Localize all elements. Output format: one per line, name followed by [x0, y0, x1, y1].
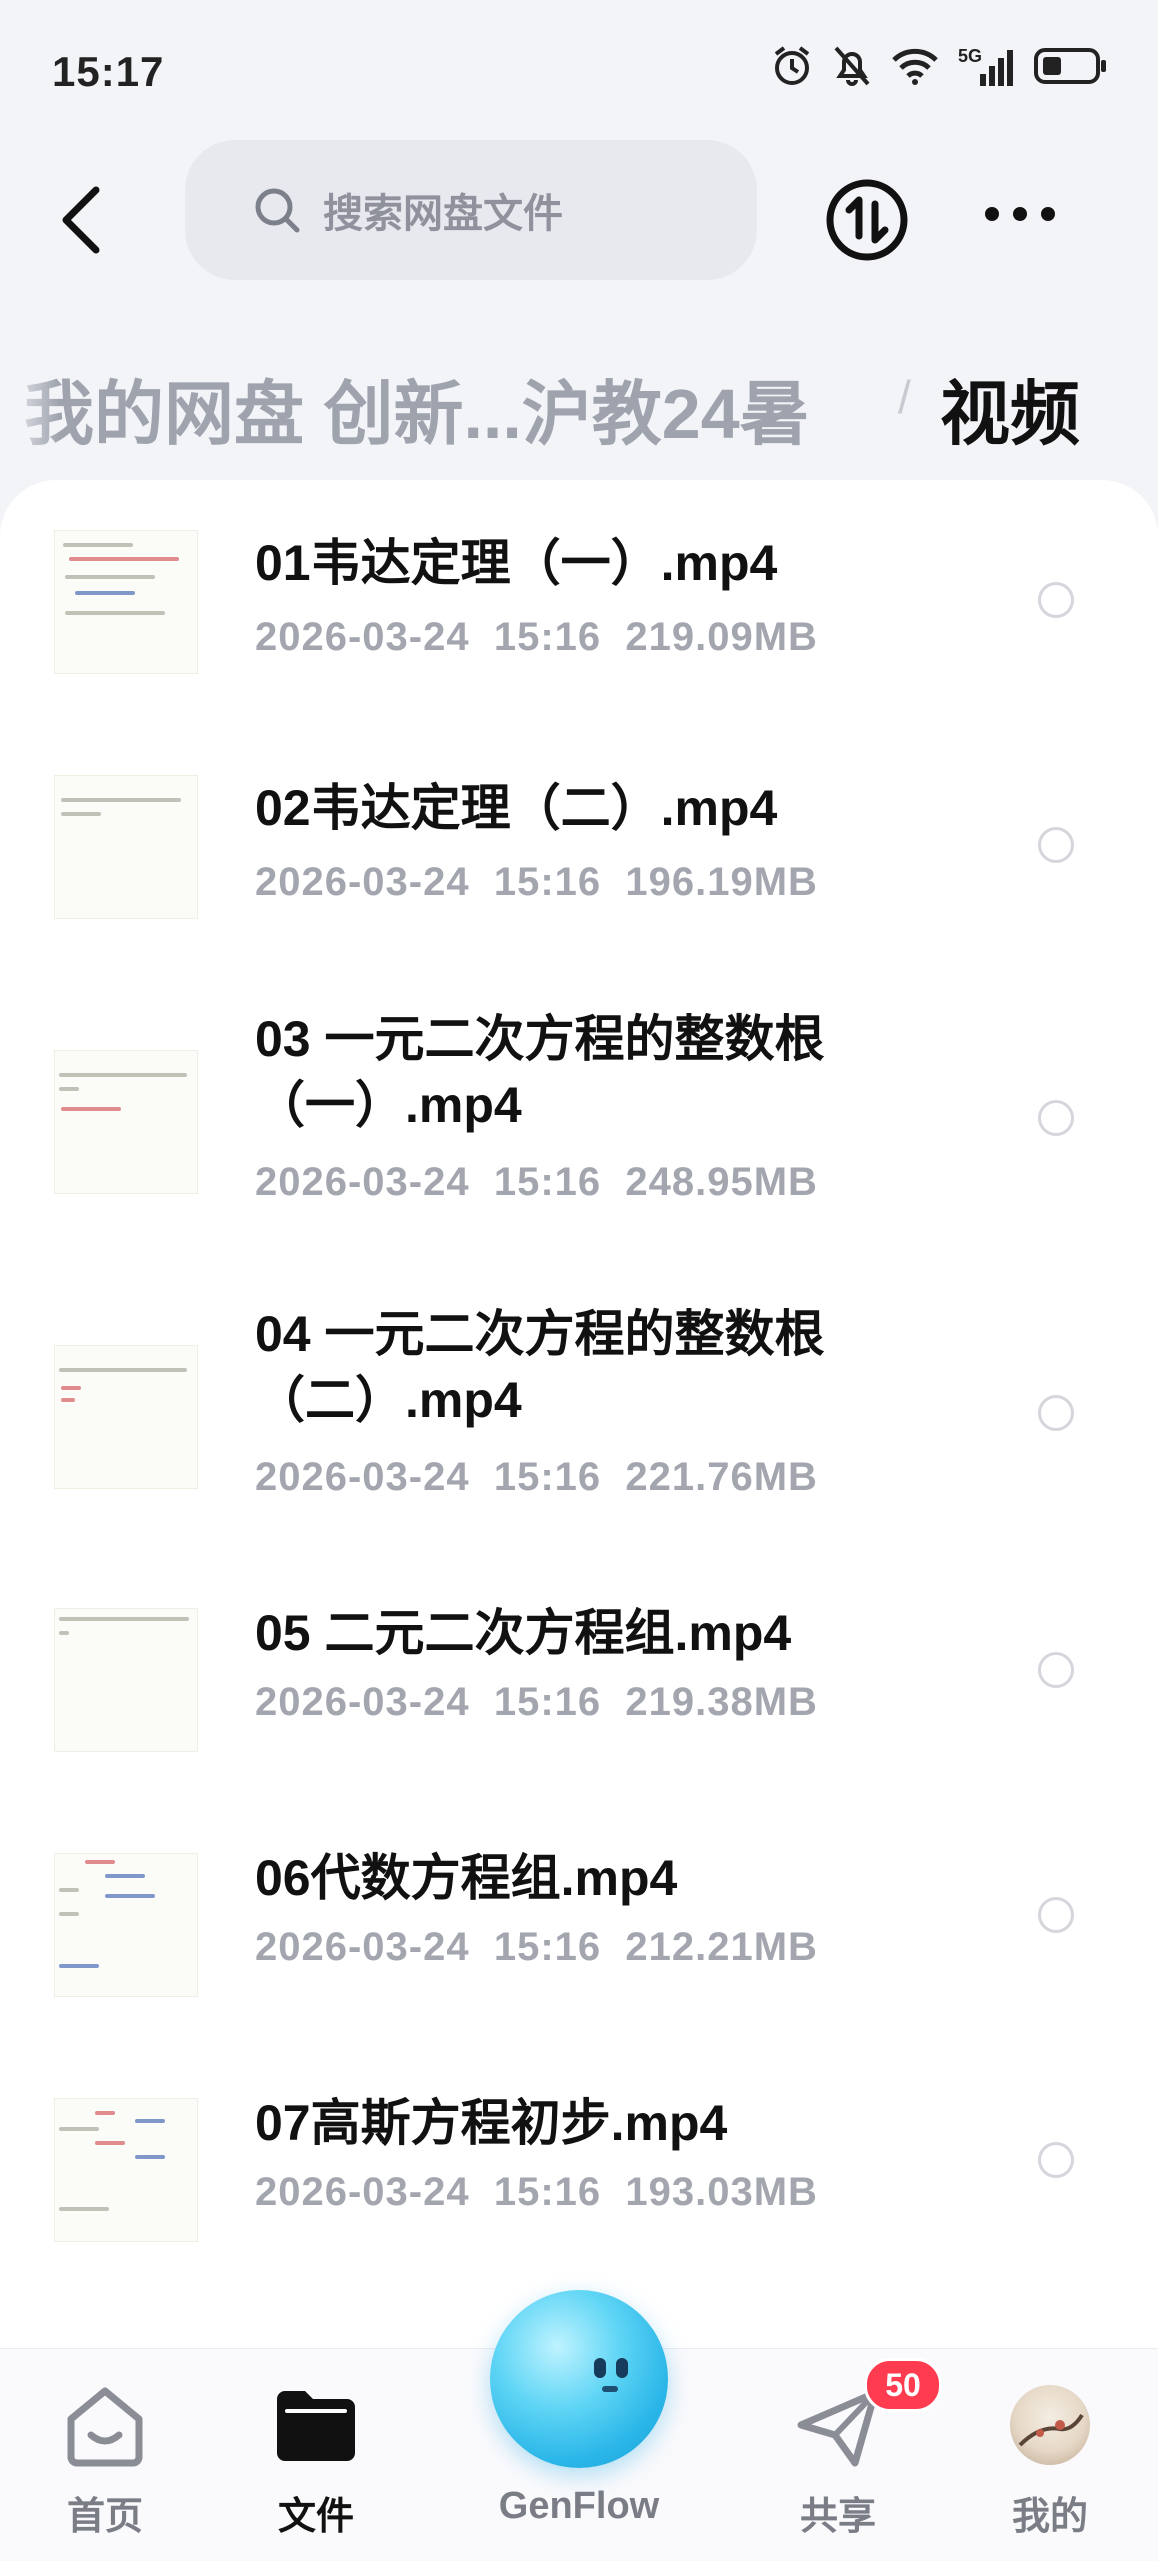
select-radio[interactable] — [1038, 2142, 1074, 2178]
file-meta: 2026-03-24 15:16 193.03MB — [255, 2170, 818, 2215]
list-item[interactable]: 03 一元二次方程的整数根（一）.mp4 2026-03-24 15:16 24… — [0, 970, 1158, 1265]
alarm-icon — [774, 46, 810, 85]
more-dots-icon[interactable] — [980, 194, 1060, 234]
file-meta: 2026-03-24 15:16 212.21MB — [255, 1925, 818, 1970]
file-meta: 2026-03-24 15:16 248.95MB — [255, 1160, 818, 1205]
breadcrumb-separator: / — [898, 371, 911, 423]
file-time: 15:16 — [493, 1455, 602, 1499]
video-thumbnail — [54, 1345, 198, 1489]
breadcrumb-fade — [0, 340, 60, 460]
avatar-branch-icon — [1018, 2413, 1084, 2447]
file-size: 219.09MB — [625, 615, 818, 659]
nav-genflow-label: GenFlow — [498, 2485, 660, 2527]
nav-share-label: 共享 — [799, 2496, 876, 2538]
file-name: 07高斯方程初步.mp4 — [255, 2095, 728, 2151]
file-date: 2026-03-24 — [255, 1680, 470, 1724]
status-bar: 15:17 5G — [0, 0, 1158, 140]
share-badge: 50 — [864, 2358, 942, 2412]
status-icons: 5G — [770, 44, 1108, 88]
select-radio[interactable] — [1038, 1897, 1074, 1933]
select-radio[interactable] — [1038, 582, 1074, 618]
video-thumbnail — [54, 775, 198, 919]
video-thumbnail — [54, 1050, 198, 1194]
file-time: 15:16 — [493, 1160, 602, 1204]
nav-files-label: 文件 — [277, 2496, 354, 2538]
file-size: 212.21MB — [625, 1925, 818, 1969]
file-date: 2026-03-24 — [255, 860, 470, 904]
select-radio[interactable] — [1038, 1395, 1074, 1431]
nav-files[interactable]: 文件 — [226, 2349, 406, 2561]
breadcrumb-path[interactable]: 我的网盘 创新...沪教24暑 — [24, 358, 810, 459]
list-item[interactable]: 01韦达定理（一）.mp4 2026-03-24 15:16 219.09MB — [0, 480, 1158, 720]
file-meta: 2026-03-24 15:16 196.19MB — [255, 860, 818, 905]
avatar — [1010, 2385, 1090, 2465]
top-bar: 搜索网盘文件 — [0, 140, 1158, 290]
file-time: 15:16 — [493, 615, 602, 659]
file-size: 219.38MB — [625, 1680, 818, 1724]
file-name: 05 二元二次方程组.mp4 — [255, 1605, 792, 1661]
wifi-icon — [892, 48, 938, 85]
file-name: 03 一元二次方程的整数根（一）.mp4 — [255, 1011, 825, 1133]
status-time: 15:17 — [52, 48, 165, 95]
genflow-mascot-icon[interactable] — [490, 2290, 668, 2468]
file-date: 2026-03-24 — [255, 1925, 470, 1969]
file-time: 15:16 — [493, 860, 602, 904]
list-item[interactable]: 04 一元二次方程的整数根（二）.mp4 2026-03-24 15:16 22… — [0, 1265, 1158, 1560]
network-label: 5G — [958, 46, 982, 66]
file-meta: 2026-03-24 15:16 221.76MB — [255, 1455, 818, 1500]
home-icon — [67, 2387, 143, 2467]
file-time: 15:16 — [493, 2170, 602, 2214]
list-item[interactable]: 02韦达定理（二）.mp4 2026-03-24 15:16 196.19MB — [0, 725, 1158, 965]
video-thumbnail — [54, 530, 198, 674]
file-size: 221.76MB — [625, 1455, 818, 1499]
file-date: 2026-03-24 — [255, 1160, 470, 1204]
breadcrumb: 我的网盘 创新...沪教24暑 / 视频 — [0, 340, 1158, 460]
file-name: 06代数方程组.mp4 — [255, 1850, 678, 1906]
search-placeholder: 搜索网盘文件 — [323, 192, 563, 236]
list-item[interactable]: 05 二元二次方程组.mp4 2026-03-24 15:16 219.38MB — [0, 1560, 1158, 1805]
nav-me[interactable]: 我的 — [960, 2349, 1140, 2561]
select-radio[interactable] — [1038, 1100, 1074, 1136]
file-size: 196.19MB — [625, 860, 818, 904]
nav-home[interactable]: 首页 — [15, 2349, 195, 2561]
list-item[interactable]: 07高斯方程初步.mp4 2026-03-24 15:16 193.03MB — [0, 2050, 1158, 2295]
video-thumbnail — [54, 1853, 198, 1997]
search-icon — [255, 188, 300, 233]
nav-home-label: 首页 — [66, 2496, 143, 2538]
file-list: 01韦达定理（一）.mp4 2026-03-24 15:16 219.09MB … — [0, 480, 1158, 2380]
battery-icon — [1034, 48, 1106, 84]
file-date: 2026-03-24 — [255, 1455, 470, 1499]
file-meta: 2026-03-24 15:16 219.38MB — [255, 1680, 818, 1725]
transfer-icon[interactable] — [825, 178, 909, 262]
breadcrumb-current: 视频 — [940, 375, 1080, 453]
nav-me-label: 我的 — [1011, 2496, 1088, 2538]
video-thumbnail — [54, 1608, 198, 1752]
video-thumbnail — [54, 2098, 198, 2242]
file-meta: 2026-03-24 15:16 219.09MB — [255, 615, 818, 660]
5g-signal-icon: 5G — [958, 46, 1013, 86]
file-date: 2026-03-24 — [255, 615, 470, 659]
file-name: 01韦达定理（一）.mp4 — [255, 535, 778, 591]
select-radio[interactable] — [1038, 1652, 1074, 1688]
chevron-left-icon[interactable] — [52, 180, 112, 260]
file-time: 15:16 — [493, 1680, 602, 1724]
select-radio[interactable] — [1038, 827, 1074, 863]
list-item[interactable]: 06代数方程组.mp4 2026-03-24 15:16 212.21MB — [0, 1805, 1158, 2050]
search-input[interactable]: 搜索网盘文件 — [185, 140, 757, 280]
file-name: 02韦达定理（二）.mp4 — [255, 780, 778, 836]
folder-icon — [277, 2391, 355, 2461]
file-size: 248.95MB — [625, 1160, 818, 1204]
file-name: 04 一元二次方程的整数根（二）.mp4 — [255, 1306, 825, 1428]
file-size: 193.03MB — [625, 2170, 818, 2214]
file-time: 15:16 — [493, 1925, 602, 1969]
file-date: 2026-03-24 — [255, 2170, 470, 2214]
mute-icon — [834, 46, 870, 86]
